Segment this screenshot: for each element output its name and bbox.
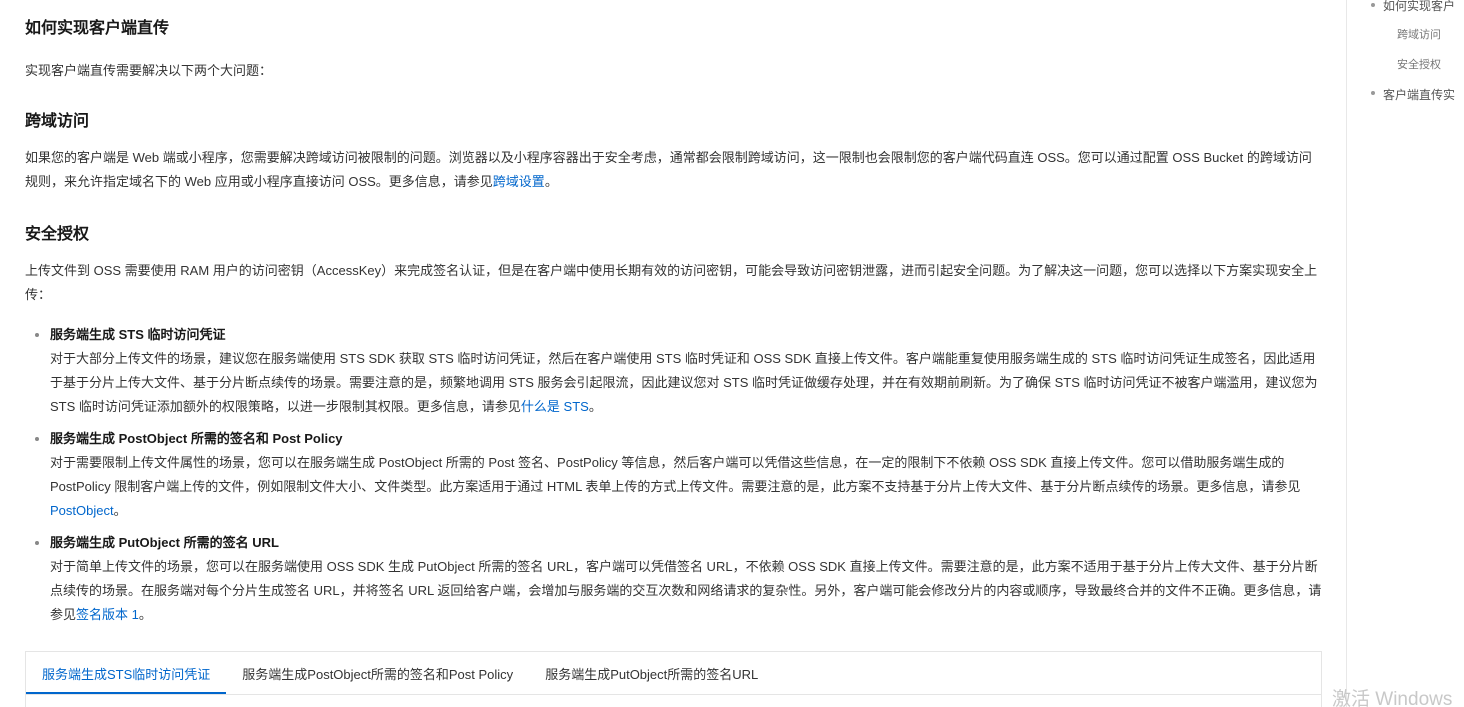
toc-bullet-icon — [1371, 3, 1375, 7]
tab-putobject[interactable]: 服务端生成PutObject所需的签名URL — [529, 652, 774, 694]
bullet-title-putobject: 服务端生成 PutObject 所需的签名 URL — [50, 535, 279, 550]
toc-item-client-upload[interactable]: 如何实现客户 — [1383, 0, 1455, 14]
toc-bullet-icon — [1371, 91, 1375, 95]
bullet-body-sts-text: 对于大部分上传文件的场景，建议您在服务端使用 STS SDK 获取 STS 临时… — [50, 351, 1318, 414]
page-title: 如何实现客户端直传 — [25, 20, 170, 37]
section-heading-auth: 安全授权 — [25, 226, 90, 243]
table-of-contents: 如何实现客户 跨域访问 安全授权 客户端直传实 — [1346, 0, 1464, 707]
tab-postobject[interactable]: 服务端生成PostObject所需的签名和Post Policy — [226, 652, 529, 694]
bullet-body-sts-tail: 。 — [588, 399, 602, 414]
section-text-auth: 上传文件到 OSS 需要使用 RAM 用户的访问密钥（AccessKey）来完成… — [25, 263, 1318, 302]
tab-sts[interactable]: 服务端生成STS临时访问凭证 — [26, 652, 227, 694]
bullet-body-sts: 对于大部分上传文件的场景，建议您在服务端使用 STS SDK 获取 STS 临时… — [50, 347, 1325, 419]
tab-divider — [26, 694, 1321, 695]
toc-item-auth[interactable]: 安全授权 — [1397, 56, 1441, 72]
section-heading-cors: 跨域访问 — [25, 113, 90, 130]
section-text-cors-body: 如果您的客户端是 Web 端或小程序，您需要解决跨域访问被限制的问题。浏览器以及… — [25, 150, 1312, 189]
bullet-body-putobject-tail: 。 — [138, 607, 152, 622]
cors-settings-link[interactable]: 跨域设置 — [493, 174, 545, 189]
bullet-body-postobject-text: 对于需要限制上传文件属性的场景，您可以在服务端生成 PostObject 所需的… — [50, 455, 1301, 494]
tab-strip: 服务端生成STS临时访问凭证 服务端生成PostObject所需的签名和Post… — [26, 652, 774, 694]
postobject-link[interactable]: PostObject — [50, 503, 114, 518]
windows-activation-watermark: 激活 Windows — [1332, 689, 1453, 707]
solution-list: 服务端生成 STS 临时访问凭证 对于大部分上传文件的场景，建议您在服务端使用 … — [25, 323, 1325, 635]
bullet-body-postobject: 对于需要限制上传文件属性的场景，您可以在服务端生成 PostObject 所需的… — [50, 451, 1325, 523]
section-text-cors-tail: 。 — [544, 174, 558, 189]
intro-text: 实现客户端直传需要解决以下两个大问题： — [25, 63, 273, 78]
list-item: 服务端生成 PutObject 所需的签名 URL 对于简单上传文件的场景，您可… — [25, 531, 1325, 627]
solution-tabs: 服务端生成STS临时访问凭证 服务端生成PostObject所需的签名和Post… — [25, 651, 1322, 707]
toc-item-cors[interactable]: 跨域访问 — [1397, 26, 1441, 42]
bullet-title-postobject: 服务端生成 PostObject 所需的签名和 Post Policy — [50, 431, 343, 446]
section-text-cors: 如果您的客户端是 Web 端或小程序，您需要解决跨域访问被限制的问题。浏览器以及… — [25, 146, 1320, 194]
list-item: 服务端生成 PostObject 所需的签名和 Post Policy 对于需要… — [25, 427, 1325, 523]
bullet-body-putobject: 对于简单上传文件的场景，您可以在服务端使用 OSS SDK 生成 PutObje… — [50, 555, 1325, 627]
bullet-title-sts: 服务端生成 STS 临时访问凭证 — [50, 327, 226, 342]
signature-v1-link[interactable]: 签名版本 1 — [76, 607, 139, 622]
bullet-body-postobject-tail: 。 — [113, 503, 127, 518]
list-item: 服务端生成 STS 临时访问凭证 对于大部分上传文件的场景，建议您在服务端使用 … — [25, 323, 1325, 419]
bullet-body-putobject-text: 对于简单上传文件的场景，您可以在服务端使用 OSS SDK 生成 PutObje… — [50, 559, 1322, 622]
what-is-sts-link[interactable]: 什么是 STS — [521, 399, 589, 414]
toc-item-client-upload-impl[interactable]: 客户端直传实 — [1383, 86, 1455, 103]
